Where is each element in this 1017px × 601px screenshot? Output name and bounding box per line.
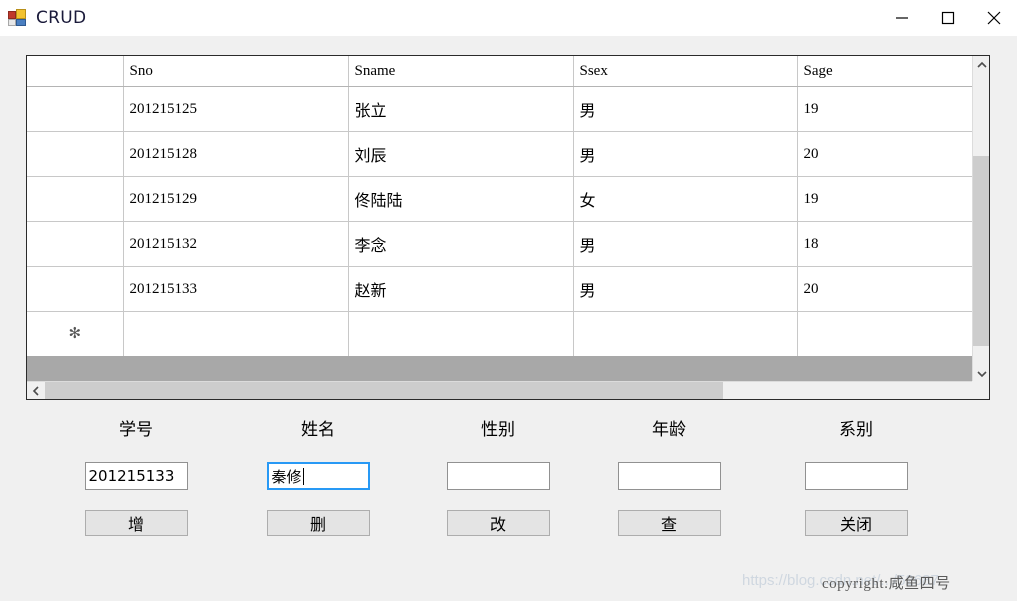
row-selector[interactable]	[27, 86, 124, 132]
cell-sage[interactable]: 20	[797, 266, 975, 312]
add-button[interactable]: 增	[84, 510, 188, 536]
label-sdept: 系别	[839, 420, 873, 440]
input-sno[interactable]: 201215133	[84, 462, 188, 490]
delete-button[interactable]: 删	[266, 510, 370, 536]
scrollbar-corner	[972, 381, 989, 399]
grid-horizontal-scrollbar[interactable]	[27, 381, 989, 399]
column-header-sno[interactable]: Sno	[123, 56, 349, 87]
input-sage[interactable]	[617, 462, 721, 490]
column-header-ssex[interactable]: Ssex	[573, 56, 798, 87]
table-row[interactable]: 201215132 李念 男 18	[27, 221, 975, 267]
scroll-up-button[interactable]	[973, 56, 989, 74]
table-row[interactable]: 201215125 张立 男 19	[27, 86, 975, 132]
label-sage: 年龄	[652, 420, 686, 440]
cell-sage[interactable]: 19	[797, 86, 975, 132]
row-selector[interactable]	[27, 221, 124, 267]
horizontal-scroll-track[interactable]	[45, 382, 971, 399]
cell-sname[interactable]: 赵新	[348, 266, 574, 312]
cell-sno[interactable]: 201215129	[123, 176, 349, 222]
table-row[interactable]: 201215129 佟陆陆 女 19	[27, 176, 975, 222]
window-titlebar: CRUD	[0, 0, 1017, 36]
update-button[interactable]: 改	[446, 510, 550, 536]
window-controls	[879, 0, 1017, 36]
close-button[interactable]	[971, 0, 1017, 36]
student-table: Sno Sname Ssex Sage 201215125 张立 男 19 20…	[27, 56, 975, 357]
new-row-asterisk-icon: ✻	[68, 325, 82, 342]
grid-empty-filler	[27, 356, 975, 383]
cell-ssex[interactable]: 男	[573, 266, 798, 312]
chevron-down-icon	[976, 371, 987, 378]
input-sno-value: 201215133	[88, 467, 175, 485]
cell-sname[interactable]: 李念	[348, 221, 574, 267]
input-sname-value: 秦修	[271, 467, 302, 486]
cell-sno[interactable]: 201215125	[123, 86, 349, 132]
table-row[interactable]: 201215128 刘辰 男 20	[27, 131, 975, 177]
cell-sname[interactable]: 张立	[348, 86, 574, 132]
input-sname[interactable]: 秦修	[266, 462, 370, 490]
cell-ssex[interactable]: 男	[573, 86, 798, 132]
close-icon	[987, 11, 1001, 25]
cell-ssex[interactable]: 女	[573, 176, 798, 222]
field-group-sname: 姓名 秦修 删	[244, 418, 392, 536]
cell-sname[interactable]: 佟陆陆	[348, 176, 574, 222]
column-header-sname[interactable]: Sname	[348, 56, 574, 87]
cell-sage[interactable]: 18	[797, 221, 975, 267]
row-selector[interactable]	[27, 131, 124, 177]
table-new-row[interactable]: ✻	[27, 311, 975, 357]
row-selector[interactable]	[27, 176, 124, 222]
horizontal-scroll-thumb[interactable]	[45, 382, 723, 399]
query-button[interactable]: 查	[617, 510, 721, 536]
text-caret	[302, 467, 304, 485]
vs-form-icon	[8, 9, 26, 27]
cell-sage[interactable]: 20	[797, 131, 975, 177]
cell-sno[interactable]: 201215133	[123, 266, 349, 312]
row-selector[interactable]	[27, 266, 124, 312]
field-group-sdept: 系别 关闭	[782, 418, 930, 536]
vertical-scroll-thumb[interactable]	[973, 156, 989, 346]
input-sdept[interactable]	[804, 462, 908, 490]
label-ssex: 性别	[481, 420, 515, 440]
chevron-left-icon	[32, 385, 39, 396]
minimize-icon	[896, 17, 908, 19]
watermark-copyright: copyright:咸鱼四号	[822, 572, 951, 593]
field-group-sno: 学号 201215133 增	[62, 418, 210, 536]
maximize-button[interactable]	[925, 0, 971, 36]
grid-viewport: Sno Sname Ssex Sage 201215125 张立 男 19 20…	[27, 56, 975, 383]
cell-sage[interactable]: 19	[797, 176, 975, 222]
new-row-selector[interactable]: ✻	[27, 311, 124, 357]
cell-ssex[interactable]: 男	[573, 131, 798, 177]
close-form-button[interactable]: 关闭	[804, 510, 908, 536]
new-cell-sno[interactable]	[123, 311, 349, 357]
data-grid-view[interactable]: Sno Sname Ssex Sage 201215125 张立 男 19 20…	[26, 55, 990, 400]
watermark-copyright-name: 咸鱼四号	[888, 574, 951, 592]
new-cell-ssex[interactable]	[573, 311, 798, 357]
cell-sname[interactable]: 刘辰	[348, 131, 574, 177]
label-sname: 姓名	[301, 420, 335, 440]
cell-sno[interactable]: 201215132	[123, 221, 349, 267]
chevron-up-icon	[976, 61, 987, 68]
input-ssex[interactable]	[446, 462, 550, 490]
scroll-left-button[interactable]	[27, 382, 45, 399]
cell-sno[interactable]: 201215128	[123, 131, 349, 177]
table-row[interactable]: 201215133 赵新 男 20	[27, 266, 975, 312]
grid-vertical-scrollbar[interactable]	[972, 56, 989, 383]
new-cell-sage[interactable]	[797, 311, 975, 357]
new-cell-sname[interactable]	[348, 311, 574, 357]
table-header-row: Sno Sname Ssex Sage	[27, 56, 975, 87]
maximize-icon	[941, 11, 955, 25]
row-header-corner[interactable]	[27, 56, 124, 87]
field-group-sage: 年龄 查	[595, 418, 743, 536]
cell-ssex[interactable]: 男	[573, 221, 798, 267]
minimize-button[interactable]	[879, 0, 925, 36]
label-sno: 学号	[119, 420, 153, 440]
window-title: CRUD	[36, 8, 87, 28]
field-group-ssex: 性别 改	[424, 418, 572, 536]
watermark-copyright-prefix: copyright:	[822, 576, 889, 592]
column-header-sage[interactable]: Sage	[797, 56, 975, 87]
